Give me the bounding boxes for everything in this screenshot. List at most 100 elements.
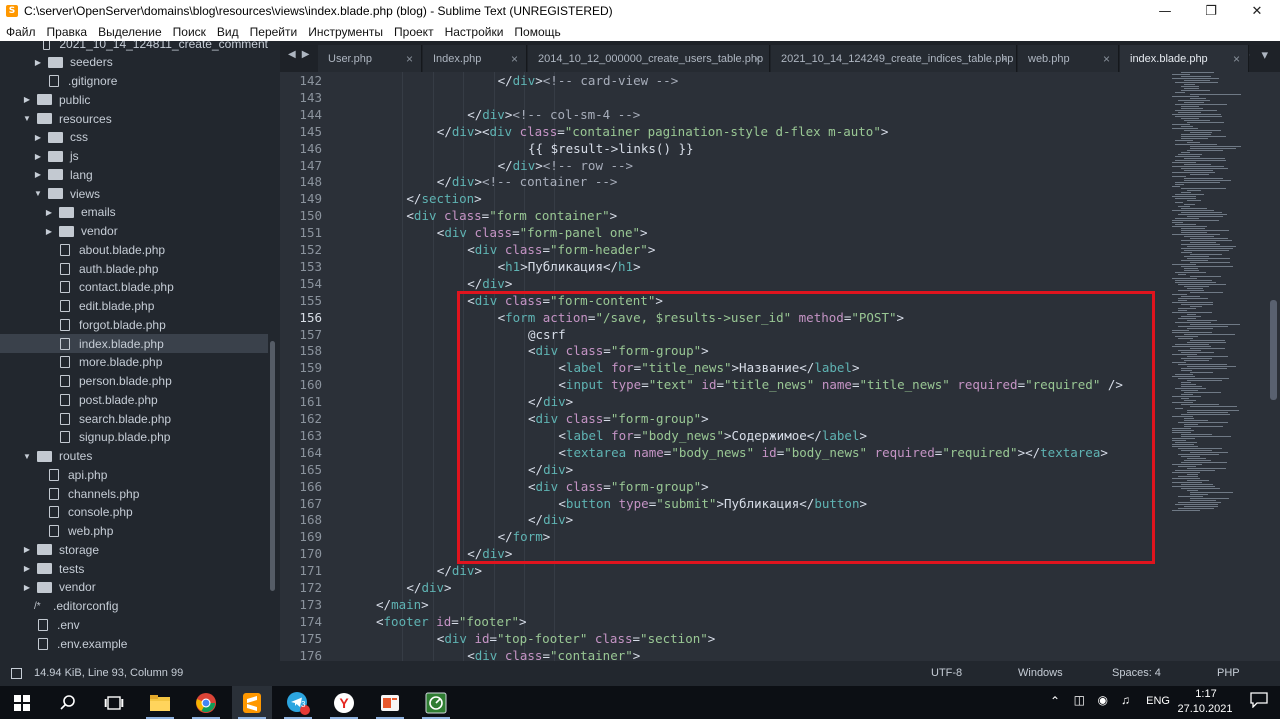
menu-item[interactable]: Правка [41,25,93,39]
tray-overflow-icon[interactable]: ⌃ [1050,694,1060,708]
code-line[interactable]: </div><!-- row --> [498,157,633,174]
chevron-right-icon[interactable]: ▶ [22,564,32,573]
sidebar-file[interactable]: forgot.blade.php [0,315,268,334]
minimap[interactable] [1168,72,1268,661]
chevron-right-icon[interactable]: ▶ [33,152,43,161]
editor-scrollbar[interactable] [1270,300,1277,400]
menu-item[interactable]: Перейти [244,25,303,39]
code-line[interactable]: <div class="container"> [467,647,640,661]
sidebar-folder[interactable]: ▼ routes [0,447,268,466]
sidebar-file[interactable]: /* .editorconfig [0,597,268,616]
sidebar-file[interactable]: web.php [0,522,268,541]
close-button[interactable]: ✕ [1234,0,1280,22]
code-line[interactable]: <div id="top-footer" class="section"> [437,630,716,647]
sublime-text-icon[interactable] [232,686,272,719]
code-line[interactable]: </div><!-- card-view --> [498,72,679,89]
chevron-down-icon[interactable]: ▼ [22,114,32,123]
sidebar-folder[interactable]: ▶ vendor [0,578,268,597]
menu-item[interactable]: Помощь [508,25,565,39]
task-view-icon[interactable] [94,686,134,719]
sidebar-file[interactable]: post.blade.php [0,390,268,409]
yandex-browser-icon[interactable]: Y [324,686,364,719]
close-tab-icon[interactable]: × [406,52,413,66]
editor-tab[interactable]: User.php × [318,45,422,72]
sidebar-file[interactable]: search.blade.php [0,409,268,428]
menu-item[interactable]: Проект [388,25,439,39]
close-tab-icon[interactable]: × [754,52,761,66]
windows-start-icon[interactable] [2,686,42,719]
clock-date[interactable]: 27.10.2021 [1176,703,1234,715]
code-line[interactable]: </div> [437,562,482,579]
code-line[interactable]: </div> [406,579,451,596]
sidebar-file[interactable]: api.php [0,465,268,484]
tab-nav-arrows[interactable]: ◀▶ [288,49,315,60]
sidebar-file[interactable]: more.blade.php [0,353,268,372]
chrome-icon[interactable] [186,686,226,719]
sidebar-file[interactable]: contact.blade.php [0,278,268,297]
code-line[interactable]: </div><div class="container pagination-s… [437,123,889,140]
code-line[interactable]: </section> [406,190,481,207]
editor-tab[interactable]: 2014_10_12_000000_create_users_table.php… [528,45,770,72]
chevron-down-icon[interactable]: ▼ [33,189,43,198]
sidebar-folder[interactable]: ▼ resources [0,109,268,128]
code-line[interactable]: <div class="form-header"> [467,241,655,258]
sidebar-folder[interactable]: ▶ emails [0,203,268,222]
telegram-icon[interactable]: 3 [278,686,318,719]
menu-item[interactable]: Инструменты [302,25,388,39]
chevron-right-icon[interactable]: ▶ [33,58,43,67]
status-encoding[interactable]: UTF-8 [931,667,962,679]
sidebar-file[interactable]: 2021_10_14_124811_create_comment [0,41,268,53]
code-line[interactable]: <div class="form container"> [406,207,617,224]
sidebar-file[interactable]: channels.php [0,484,268,503]
menu-item[interactable]: Вид [211,25,244,39]
code-line[interactable]: <h1>Публикация</h1> [498,258,641,275]
editor-tab[interactable]: web.php × [1018,45,1119,72]
status-syntax[interactable]: PHP [1217,667,1240,679]
language-indicator[interactable]: ENG [1146,695,1170,707]
sidebar-file[interactable]: edit.blade.php [0,297,268,316]
volume-icon[interactable]: ♫ [1121,693,1130,707]
search-icon[interactable] [48,686,88,719]
sidebar-folder[interactable]: ▶ tests [0,559,268,578]
chevron-right-icon[interactable]: ▶ [33,170,43,179]
system-monitor-icon[interactable] [416,686,456,719]
chevron-right-icon[interactable]: ▶ [44,208,54,217]
sidebar-file[interactable]: auth.blade.php [0,259,268,278]
sidebar-scrollbar[interactable] [270,341,275,591]
menu-item[interactable]: Файл [0,25,41,39]
editor-tab[interactable]: index.blade.php × [1120,45,1249,72]
minimize-button[interactable]: — [1142,0,1188,22]
status-indentation[interactable]: Spaces: 4 [1112,667,1161,679]
file-explorer-icon[interactable] [140,686,180,719]
code-line[interactable]: <footer id="footer"> [376,613,527,630]
close-tab-icon[interactable]: × [511,52,518,66]
battery-icon[interactable]: ◫ [1074,693,1085,707]
chevron-right-icon[interactable]: ▶ [22,545,32,554]
chevron-right-icon[interactable]: ▶ [44,227,54,236]
code-line[interactable]: <div class="form-panel one"> [437,224,648,241]
code-line[interactable]: </div><!-- col-sm-4 --> [467,106,640,123]
sidebar-file[interactable]: .env [0,615,268,634]
sidebar-folder[interactable]: ▶ lang [0,165,268,184]
panel-toggle-icon[interactable] [11,668,22,679]
menu-item[interactable]: Выделение [92,25,167,39]
code-line[interactable]: </div><!-- container --> [437,173,618,190]
chevron-right-icon[interactable]: ▶ [22,583,32,592]
status-line-endings[interactable]: Windows [1018,667,1063,679]
menu-item[interactable]: Настройки [439,25,509,39]
sidebar-folder[interactable]: ▼ views [0,184,268,203]
code-line[interactable]: {{ $result->links() }} [528,140,694,157]
menu-item[interactable]: Поиск [167,25,211,39]
sidebar-file[interactable]: person.blade.php [0,372,268,391]
chevron-down-icon[interactable]: ▼ [22,452,32,461]
sidebar-folder[interactable]: ▶ seeders [0,53,268,72]
close-tab-icon[interactable]: × [1103,52,1110,66]
sidebar-folder[interactable]: ▶ js [0,147,268,166]
presentation-app-icon[interactable] [370,686,410,719]
code-line[interactable]: </main> [376,596,429,613]
notifications-icon[interactable] [1250,692,1268,711]
clock-time[interactable]: 1:17 [1186,688,1226,700]
sidebar-folder[interactable]: ▶ vendor [0,222,268,241]
network-icon[interactable]: ◉ [1098,693,1108,707]
chevron-right-icon[interactable]: ▶ [22,95,32,104]
